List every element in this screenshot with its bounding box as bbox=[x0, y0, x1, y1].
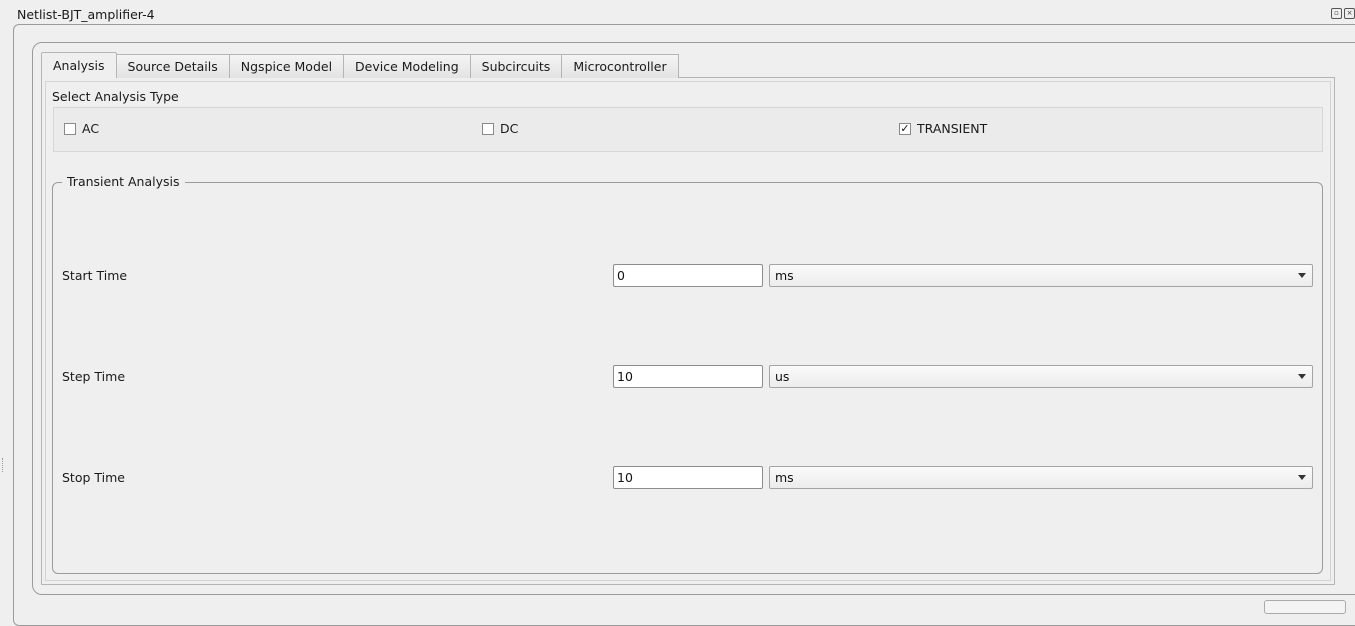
tab-bar: Analysis Source Details Ngspice Model De… bbox=[41, 52, 679, 78]
transient-analysis-title: Transient Analysis bbox=[62, 174, 185, 189]
step-time-label: Step Time bbox=[62, 369, 126, 384]
ac-option[interactable]: AC bbox=[64, 121, 99, 136]
bottom-button[interactable] bbox=[1264, 600, 1346, 614]
window-title: Netlist-BJT_amplifier-4 bbox=[17, 7, 155, 22]
analysis-type-box bbox=[53, 107, 1323, 152]
step-time-input[interactable]: 10 bbox=[613, 365, 763, 388]
tab-analysis[interactable]: Analysis bbox=[41, 52, 117, 78]
close-icon[interactable]: × bbox=[1344, 8, 1355, 19]
dock-buttons: ▫ × bbox=[1331, 8, 1355, 19]
dc-option[interactable]: DC bbox=[482, 121, 518, 136]
start-time-unit-select[interactable]: ms bbox=[769, 264, 1313, 287]
dc-checkbox[interactable] bbox=[482, 122, 494, 135]
start-time-input[interactable]: 0 bbox=[613, 264, 763, 287]
dc-label: DC bbox=[500, 121, 519, 136]
start-time-unit-value: ms bbox=[775, 268, 794, 283]
stop-time-unit-select[interactable]: ms bbox=[769, 466, 1313, 489]
stop-time-input[interactable]: 10 bbox=[613, 466, 763, 489]
stop-time-label: Stop Time bbox=[62, 470, 125, 485]
ac-label: AC bbox=[82, 121, 100, 136]
tab-subcircuits[interactable]: Subcircuits bbox=[470, 54, 563, 78]
chevron-down-icon bbox=[1298, 273, 1306, 278]
step-time-unit-select[interactable]: us bbox=[769, 365, 1313, 388]
select-analysis-type-label: Select Analysis Type bbox=[52, 89, 179, 104]
tab-microcontroller[interactable]: Microcontroller bbox=[562, 54, 679, 78]
transient-label: TRANSIENT bbox=[917, 121, 988, 136]
start-time-label: Start Time bbox=[62, 268, 128, 283]
resize-grip[interactable] bbox=[2, 458, 5, 472]
chevron-down-icon bbox=[1298, 475, 1306, 480]
chevron-down-icon bbox=[1298, 374, 1306, 379]
float-icon[interactable]: ▫ bbox=[1331, 8, 1342, 19]
tab-device-modeling[interactable]: Device Modeling bbox=[344, 54, 471, 78]
stop-time-unit-value: ms bbox=[775, 470, 794, 485]
ac-checkbox[interactable] bbox=[64, 122, 76, 135]
transient-checkbox[interactable]: ✓ bbox=[899, 122, 911, 135]
tab-ngspice-model[interactable]: Ngspice Model bbox=[229, 54, 345, 78]
step-time-unit-value: us bbox=[775, 369, 790, 384]
transient-option[interactable]: ✓ TRANSIENT bbox=[899, 121, 987, 136]
tab-source-details[interactable]: Source Details bbox=[116, 54, 230, 78]
